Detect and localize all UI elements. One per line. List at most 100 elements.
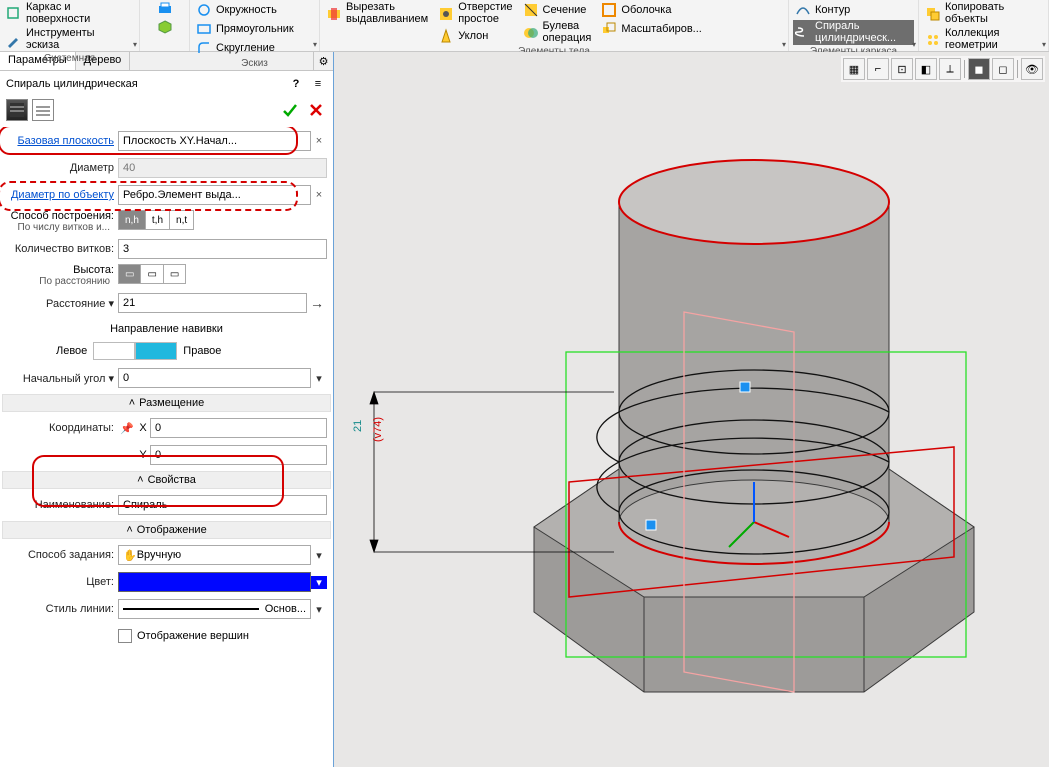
ribbon-group-body: Вырезать выдавливанием Отверстие простое… bbox=[320, 0, 789, 51]
section-display[interactable]: ˄ Отображение bbox=[2, 521, 331, 539]
ribbon-shell[interactable]: Оболочка bbox=[599, 1, 703, 19]
ribbon-spiral-cylindrical[interactable]: Спираль цилиндрическ... bbox=[793, 20, 914, 45]
row-linestyle: Стиль линии: Основ...▾ bbox=[6, 597, 327, 621]
method-nh[interactable]: n,h bbox=[119, 211, 145, 229]
color-dropdown[interactable]: ▾ bbox=[311, 576, 327, 589]
ribbon-group-sketch-left: Каркас и поверхности Инструменты эскиза … bbox=[0, 0, 140, 51]
diameter-input: 40 bbox=[118, 158, 327, 178]
coord-y-input[interactable]: 0 bbox=[150, 445, 327, 465]
display-mode-select[interactable]: ✋ Вручную bbox=[118, 545, 311, 565]
method-nt[interactable]: n,t bbox=[169, 211, 193, 229]
row-name: Наименование: Спираль bbox=[6, 493, 327, 517]
rect-icon bbox=[196, 21, 212, 37]
section-placement[interactable]: ˄Размещение bbox=[2, 394, 331, 412]
height-mode-3[interactable]: ▭ bbox=[163, 265, 185, 283]
ribbon-label: Оболочка bbox=[621, 4, 671, 16]
color-picker[interactable] bbox=[118, 572, 311, 592]
main-area: Параметры Дерево ⚙ Спираль цилиндрическа… bbox=[0, 52, 1049, 767]
ribbon-label: Контур bbox=[815, 4, 850, 16]
frame-icon bbox=[6, 6, 22, 22]
ribbon-scale[interactable]: Масштабиров... bbox=[599, 20, 703, 38]
clear-base-plane[interactable]: × bbox=[311, 135, 327, 147]
diameter-object-input[interactable]: Ребро.Элемент выда... bbox=[118, 185, 311, 205]
ribbon-group-expand[interactable]: ▾ bbox=[1042, 40, 1046, 49]
row-coords: Координаты: 📌 X 0 bbox=[6, 416, 327, 440]
mode-wire[interactable] bbox=[32, 99, 54, 121]
viewport-3d[interactable]: ▦ ⌐ ⊡ ◧ ⟂ ◼ ◻ 👁 bbox=[334, 52, 1049, 767]
ribbon-group-expand[interactable]: ▾ bbox=[313, 40, 317, 49]
distance-direction[interactable]: → bbox=[307, 295, 327, 311]
slider-button[interactable]: ≡ bbox=[309, 75, 327, 93]
ribbon-draft[interactable]: Уклон bbox=[436, 27, 514, 45]
name-input[interactable]: Спираль bbox=[118, 495, 327, 515]
base-plane-label[interactable]: Базовая плоскость bbox=[6, 135, 118, 147]
ribbon-label: Булева операция bbox=[543, 21, 592, 44]
section-properties[interactable]: ˄Свойства bbox=[2, 471, 331, 489]
ribbon-geometry-collection[interactable]: Коллекция геометрии bbox=[923, 27, 1006, 52]
help-icon: ? bbox=[293, 78, 300, 90]
mode-solid[interactable] bbox=[6, 99, 28, 121]
ribbon-sketch-tools[interactable]: Инструменты эскиза bbox=[4, 27, 97, 52]
ribbon-fillet[interactable]: Скругление bbox=[194, 39, 296, 57]
ribbon-frame-surfaces[interactable]: Каркас и поверхности bbox=[4, 1, 97, 26]
linestyle-dropdown[interactable]: ▾ bbox=[311, 603, 327, 616]
cancel-button[interactable] bbox=[305, 99, 327, 121]
row-start-angle: Начальный угол ▾ 0▾ bbox=[6, 366, 327, 390]
ribbon-contour[interactable]: Контур bbox=[793, 1, 914, 19]
method-label: Способ построения: bbox=[6, 210, 114, 222]
ribbon-boolean[interactable]: Булева операция bbox=[521, 20, 594, 45]
color-label: Цвет: bbox=[6, 576, 118, 588]
method-sub: По числу витков и... bbox=[6, 222, 114, 233]
ribbon-copy-objects[interactable]: Копировать объекты bbox=[923, 1, 1006, 26]
help-button[interactable]: ? bbox=[287, 75, 305, 93]
ribbon-label: Прямоугольник bbox=[216, 23, 294, 35]
row-winding: Левое Правое bbox=[6, 339, 327, 363]
pin-icon[interactable]: 📌 bbox=[118, 422, 136, 435]
method-th[interactable]: t,h bbox=[145, 211, 169, 229]
marker-bottom[interactable] bbox=[646, 520, 656, 530]
coords-label: Координаты: bbox=[6, 422, 118, 434]
print-icon[interactable] bbox=[157, 1, 173, 17]
dir-left-button[interactable] bbox=[93, 342, 135, 360]
coord-x-input[interactable]: 0 bbox=[150, 418, 327, 438]
row-turns: Количество витков: 3 bbox=[6, 237, 327, 261]
distance-input[interactable]: 21 bbox=[118, 293, 307, 313]
ribbon-hole[interactable]: Отверстие простое bbox=[436, 1, 514, 26]
confirm-button[interactable] bbox=[279, 99, 301, 121]
ribbon-group-expand[interactable]: ▾ bbox=[912, 40, 916, 49]
ribbon-section[interactable]: Сечение bbox=[521, 1, 594, 19]
start-angle-dropdown[interactable]: ▾ bbox=[311, 372, 327, 385]
chevron-up-icon: ˄ bbox=[126, 524, 132, 536]
chevron-down-icon[interactable]: ▾ bbox=[108, 373, 114, 385]
ribbon-cut-extrude[interactable]: Вырезать выдавливанием bbox=[324, 1, 430, 26]
turns-input[interactable]: 3 bbox=[118, 239, 327, 259]
ribbon-circle[interactable]: Окружность bbox=[194, 1, 296, 19]
row-distance: Расстояние ▾ 21→ bbox=[6, 291, 327, 315]
ribbon: Каркас и поверхности Инструменты эскиза … bbox=[0, 0, 1049, 52]
ribbon-group-expand[interactable]: ▾ bbox=[133, 40, 137, 49]
ribbon-rect[interactable]: Прямоугольник bbox=[194, 20, 296, 38]
base-plane-input[interactable]: Плоскость XY.Начал... bbox=[118, 131, 311, 151]
dimension-value: 21 bbox=[352, 420, 364, 432]
height-mode-1[interactable]: ▭ bbox=[119, 265, 140, 283]
ribbon-label: Спираль цилиндрическ... bbox=[815, 21, 896, 44]
section-icon bbox=[523, 2, 539, 18]
ribbon-group-label: Эскиз bbox=[194, 57, 315, 70]
display-mode-dropdown[interactable]: ▾ bbox=[311, 549, 327, 562]
chevron-down-icon[interactable]: ▾ bbox=[108, 298, 114, 310]
section-label: Отображение bbox=[137, 524, 207, 536]
circle-icon bbox=[196, 2, 212, 18]
dir-left-label: Левое bbox=[50, 345, 93, 357]
show-vertices-checkbox[interactable]: Отображение вершин bbox=[118, 629, 327, 643]
ribbon-label: Окружность bbox=[216, 4, 277, 16]
ribbon-group-expand[interactable]: ▾ bbox=[782, 40, 786, 49]
linestyle-select[interactable]: Основ... bbox=[118, 599, 311, 619]
height-mode-2[interactable]: ▭ bbox=[140, 265, 162, 283]
marker-top[interactable] bbox=[740, 382, 750, 392]
dir-right-button[interactable] bbox=[135, 342, 177, 360]
cube-icon[interactable] bbox=[157, 19, 173, 35]
start-angle-input[interactable]: 0 bbox=[118, 368, 311, 388]
diameter-object-label[interactable]: Диаметр по объекту bbox=[6, 189, 118, 201]
clear-diameter-object[interactable]: × bbox=[311, 189, 327, 201]
name-label: Наименование: bbox=[6, 499, 118, 511]
